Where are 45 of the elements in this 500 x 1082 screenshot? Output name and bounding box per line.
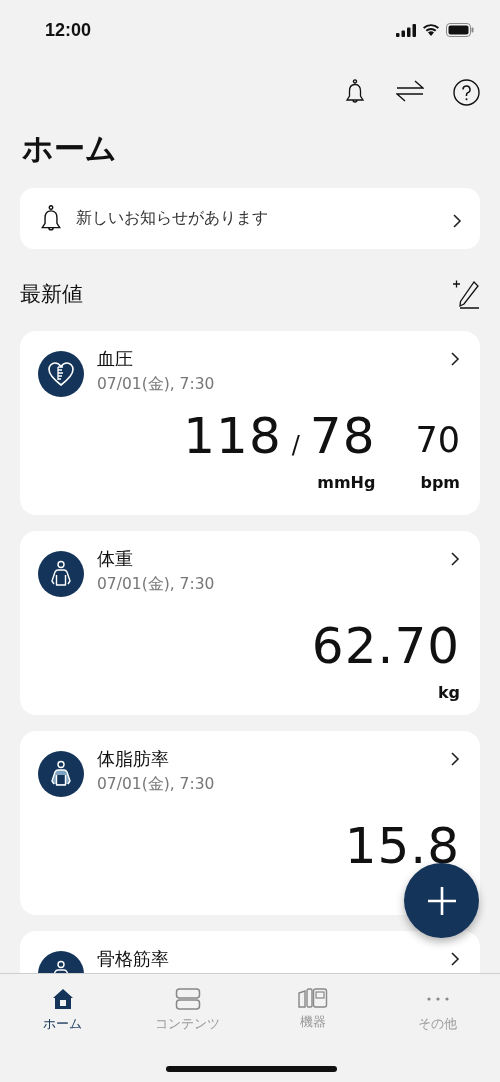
measured-date: 07/01(金), 7:30 bbox=[97, 574, 216, 595]
wifi-icon bbox=[422, 23, 440, 37]
unit-label: mmHg bbox=[317, 473, 376, 492]
chevron-icon bbox=[450, 351, 460, 367]
person-icon bbox=[38, 751, 84, 797]
measurement-value: 62.70 bbox=[311, 617, 460, 675]
measurement-card[interactable]: 血圧 07/01(金), 7:30 118 / 78 mmHg 70 bpm bbox=[20, 331, 480, 515]
bell-icon[interactable] bbox=[343, 79, 367, 105]
diastolic-value: 78 bbox=[309, 407, 376, 465]
card-title: 血圧 bbox=[97, 347, 134, 371]
notification-banner[interactable]: 新しいお知らせがあります bbox=[20, 188, 480, 249]
edit-icon[interactable] bbox=[452, 279, 480, 309]
value-separator: / bbox=[291, 431, 300, 459]
card-title: 骨格筋率 bbox=[97, 947, 170, 971]
devices-icon bbox=[297, 988, 328, 1008]
swap-icon[interactable] bbox=[396, 79, 424, 103]
section-title: 最新値 bbox=[20, 281, 83, 308]
plus-icon bbox=[426, 885, 457, 916]
chevron-icon bbox=[450, 751, 460, 767]
chevron-icon bbox=[452, 212, 462, 229]
measurement-value: 15.8 bbox=[344, 817, 460, 875]
signal-icon bbox=[396, 23, 416, 37]
systolic-value: 118 bbox=[183, 407, 282, 465]
pulse-value: 70 bbox=[415, 419, 460, 462]
tab-item[interactable]: ホーム bbox=[0, 974, 125, 1040]
unit-label: bpm bbox=[420, 473, 460, 492]
measured-date: 07/01(金), 7:30 bbox=[97, 774, 216, 795]
chevron-icon bbox=[450, 951, 460, 967]
status-time: 12:00 bbox=[45, 19, 92, 41]
card-title: 体脂肪率 bbox=[97, 747, 170, 771]
notification-text: 新しいお知らせがあります bbox=[76, 208, 269, 229]
more-icon bbox=[425, 996, 450, 1002]
contents-icon bbox=[174, 988, 201, 1010]
card-title: 体重 bbox=[97, 547, 134, 571]
measurement-card[interactable]: 体脂肪率 07/01(金), 7:30 15.8 bbox=[20, 731, 480, 915]
person-icon bbox=[38, 551, 84, 597]
help-icon[interactable] bbox=[453, 79, 480, 106]
measurement-card[interactable]: 骨格筋率 bbox=[20, 931, 480, 973]
page-title: ホーム bbox=[22, 129, 118, 168]
measured-date: 07/01(金), 7:30 bbox=[97, 374, 216, 395]
unit-label: kg bbox=[437, 683, 460, 702]
chevron-icon bbox=[450, 551, 460, 567]
battery-icon bbox=[446, 23, 474, 37]
home-icon bbox=[51, 988, 74, 1010]
measurement-card[interactable]: 体重 07/01(金), 7:30 62.70 kg bbox=[20, 531, 480, 715]
